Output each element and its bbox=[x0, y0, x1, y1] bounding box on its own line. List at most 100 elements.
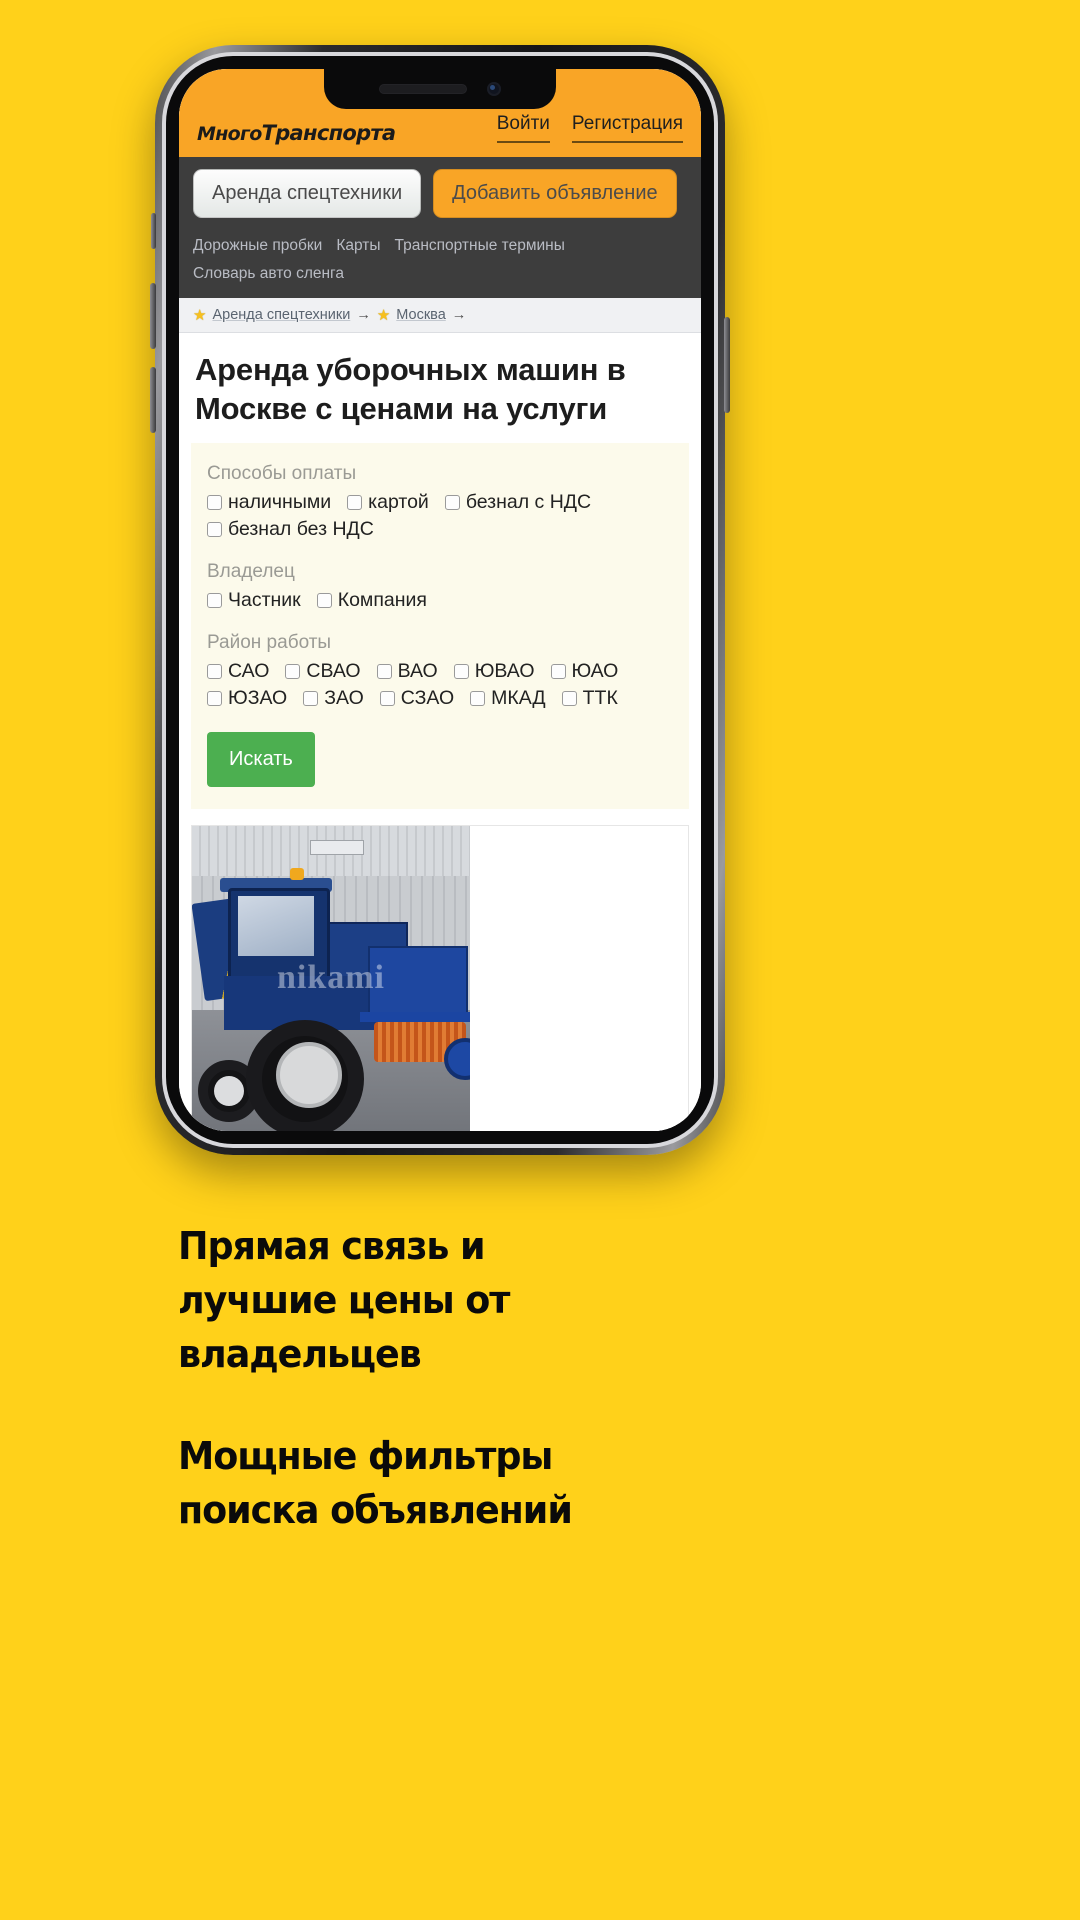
power-button[interactable] bbox=[724, 317, 730, 413]
checkbox-box-icon[interactable] bbox=[379, 690, 395, 706]
tractor-window bbox=[238, 895, 314, 956]
breadcrumb-item-rent[interactable]: Аренда спецтехники bbox=[212, 307, 350, 323]
nav-link-maps[interactable]: Карты bbox=[336, 237, 380, 254]
register-link[interactable]: Регистрация bbox=[571, 113, 683, 143]
notch bbox=[324, 69, 556, 109]
rent-special-equipment-button[interactable]: Аренда спецтехники bbox=[193, 169, 422, 218]
nav-link-slang[interactable]: Словарь авто сленга bbox=[193, 265, 344, 282]
listing-details bbox=[470, 825, 688, 1131]
checkbox-card[interactable]: картой bbox=[347, 491, 429, 514]
checkbox-cashless-vat[interactable]: безнал с НДС bbox=[444, 490, 592, 514]
checkbox-company[interactable]: Компания bbox=[316, 589, 427, 612]
site-logo[interactable]: МногоТранспорта bbox=[197, 121, 396, 145]
nav-links: Дорожные пробки Карты Транспортные термины… bbox=[193, 232, 687, 288]
main-navigation: Аренда спецтехники Добавить объявление Д… bbox=[179, 157, 701, 298]
checkbox-label: СВАО bbox=[306, 659, 361, 682]
volume-up-button[interactable] bbox=[150, 283, 156, 349]
checkbox-label: безнал без НДС bbox=[228, 517, 374, 540]
checkbox-label: ТТК bbox=[582, 686, 618, 709]
nav-link-traffic[interactable]: Дорожные пробки bbox=[193, 237, 322, 254]
checkbox-box-icon[interactable] bbox=[444, 494, 460, 510]
volume-down-button[interactable] bbox=[150, 367, 156, 433]
checkbox-yuvao[interactable]: ЮВАО bbox=[453, 660, 535, 683]
arrow-right-icon: → bbox=[356, 307, 371, 323]
filter-label: Владелец bbox=[207, 560, 295, 582]
checkbox-box-icon[interactable] bbox=[561, 690, 577, 706]
checkbox-yuao[interactable]: ЮАО bbox=[550, 659, 619, 683]
filter-options: САО СВАО ВАО ЮВАО ЮАО ЮЗАО ЗАО СЗАО МКАД… bbox=[207, 660, 673, 710]
header-links: Войти Регистрация bbox=[496, 113, 683, 145]
checkbox-label: ЮЗАО bbox=[228, 686, 288, 709]
phone-screen: МногоТранспорта Войти Регистрация Аренда… bbox=[179, 69, 701, 1131]
checkbox-szao[interactable]: СЗАО bbox=[379, 686, 455, 710]
listing-card[interactable]: nikami bbox=[191, 824, 689, 1131]
filter-label: Способы оплаты bbox=[207, 462, 357, 484]
checkbox-zao[interactable]: ЗАО bbox=[303, 687, 364, 710]
checkbox-box-icon[interactable] bbox=[207, 592, 222, 608]
tractor-rear-hub bbox=[276, 1041, 342, 1108]
checkbox-box-icon[interactable] bbox=[453, 663, 469, 679]
phone-mockup: МногоТранспорта Войти Регистрация Аренда… bbox=[150, 45, 730, 1155]
photo-sign bbox=[310, 839, 364, 855]
checkbox-ttk[interactable]: ТТК bbox=[561, 686, 618, 710]
mute-switch[interactable] bbox=[151, 213, 156, 249]
checkbox-yuzao[interactable]: ЮЗАО bbox=[207, 687, 287, 710]
breadcrumb: ★ Аренда спецтехники → ★ Москва → bbox=[179, 298, 701, 333]
checkbox-label: картой bbox=[368, 490, 429, 513]
filter-options: наличными картой безнал с НДС безнал без… bbox=[207, 491, 673, 541]
filter-label: Район работы bbox=[207, 631, 332, 653]
search-button[interactable]: Искать bbox=[207, 731, 315, 787]
arrow-right-icon: → bbox=[451, 307, 467, 323]
checkbox-box-icon[interactable] bbox=[285, 663, 301, 679]
checkbox-box-icon[interactable] bbox=[207, 663, 222, 679]
login-link[interactable]: Войти bbox=[496, 113, 550, 143]
filter-panel: Способы оплаты наличными картой безнал с… bbox=[191, 442, 689, 809]
checkbox-label: СЗАО bbox=[400, 686, 455, 709]
filter-options: Частник Компания bbox=[207, 589, 673, 612]
checkbox-vao[interactable]: ВАО bbox=[376, 659, 438, 683]
logo-text-2: Транспорта bbox=[261, 121, 396, 145]
nav-link-terms[interactable]: Транспортные термины bbox=[394, 237, 564, 254]
promo-headline-2: Мощные фильтры поиска объявлений bbox=[178, 1433, 573, 1532]
sweeper-frame bbox=[360, 1011, 470, 1022]
star-icon: ★ bbox=[193, 306, 207, 324]
checkbox-cashless-novat[interactable]: безнал без НДС bbox=[207, 518, 374, 541]
checkbox-box-icon[interactable] bbox=[303, 690, 319, 706]
checkbox-box-icon[interactable] bbox=[550, 663, 566, 679]
checkbox-label: ВАО bbox=[397, 659, 438, 682]
checkbox-box-icon[interactable] bbox=[376, 663, 392, 679]
checkbox-label: ЗАО bbox=[324, 686, 364, 709]
checkbox-box-icon[interactable] bbox=[207, 690, 222, 706]
checkbox-svao[interactable]: СВАО bbox=[285, 659, 361, 683]
checkbox-label: безнал с НДС bbox=[465, 490, 592, 513]
front-camera-icon bbox=[487, 82, 501, 96]
listing-photo[interactable]: nikami bbox=[192, 825, 470, 1131]
speaker-grille-icon bbox=[379, 84, 467, 94]
checkbox-label: МКАД bbox=[491, 686, 546, 709]
checkbox-box-icon[interactable] bbox=[470, 690, 486, 706]
photo-watermark: nikami bbox=[276, 959, 386, 997]
checkbox-label: Частник bbox=[228, 588, 301, 611]
checkbox-sao[interactable]: САО bbox=[207, 660, 269, 683]
add-listing-button[interactable]: Добавить объявление bbox=[433, 169, 677, 218]
promo-headline-1: Прямая связь и лучшие цены от владельцев bbox=[178, 1224, 510, 1376]
website-viewport: МногоТранспорта Войти Регистрация Аренда… bbox=[179, 69, 701, 1131]
checkbox-box-icon[interactable] bbox=[207, 494, 222, 510]
page-title: Аренда уборочных машин в Москве с ценами… bbox=[195, 352, 626, 426]
breadcrumb-item-moscow[interactable]: Москва bbox=[396, 307, 446, 323]
promo-copy: Прямая связь и лучшие цены от владельцев… bbox=[178, 1220, 938, 1538]
checkbox-box-icon[interactable] bbox=[347, 494, 363, 510]
checkbox-box-icon[interactable] bbox=[207, 521, 222, 537]
checkbox-mkad[interactable]: МКАД bbox=[470, 686, 546, 710]
tractor-beacon-icon bbox=[290, 867, 304, 880]
checkbox-private[interactable]: Частник bbox=[207, 589, 301, 612]
checkbox-cash[interactable]: наличными bbox=[207, 491, 331, 514]
checkbox-box-icon[interactable] bbox=[316, 592, 332, 608]
nav-button-row: Аренда спецтехники Добавить объявление bbox=[193, 169, 687, 218]
checkbox-label: САО bbox=[228, 659, 270, 682]
logo-text-1: Много bbox=[197, 123, 262, 145]
star-icon: ★ bbox=[376, 306, 391, 324]
tractor-front-hub bbox=[214, 1075, 244, 1106]
checkbox-label: ЮАО bbox=[571, 659, 619, 682]
checkbox-label: наличными bbox=[228, 490, 332, 513]
